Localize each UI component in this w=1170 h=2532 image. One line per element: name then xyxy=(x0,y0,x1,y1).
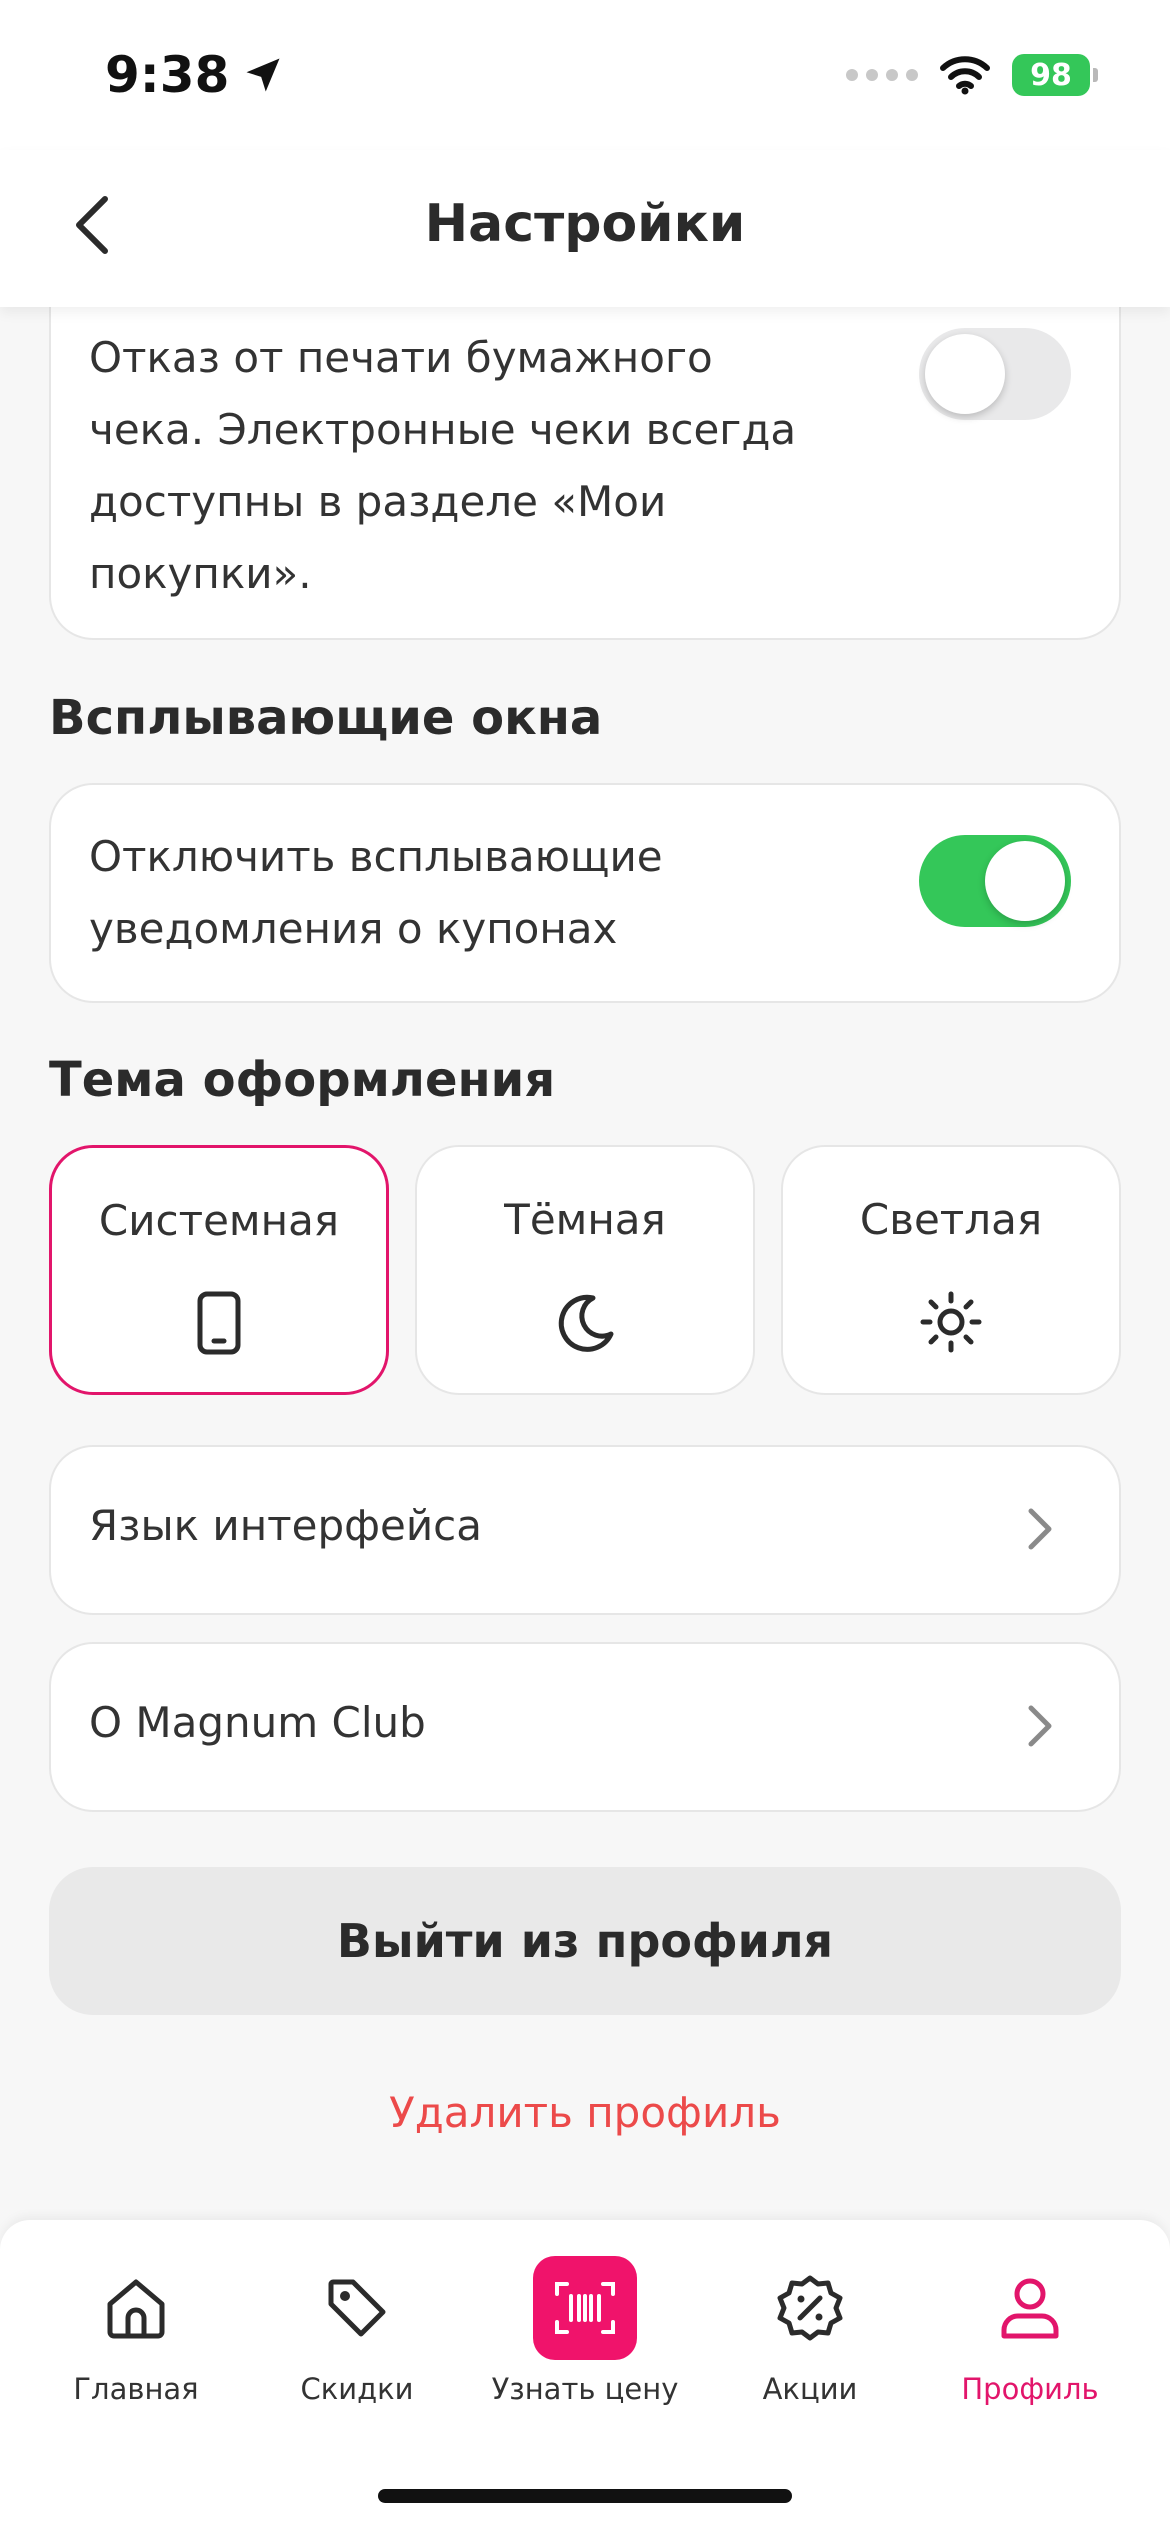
tab-label: Главная xyxy=(73,2372,199,2406)
language-row-label: Язык интерфейса xyxy=(89,1501,482,1550)
battery-level: 98 xyxy=(1030,57,1072,93)
tab-price-check[interactable]: Узнать цену xyxy=(475,2250,695,2430)
theme-section-title: Тема оформления xyxy=(49,1052,556,1108)
status-time-text: 9:38 xyxy=(105,46,230,104)
tab-label: Профиль xyxy=(961,2372,1099,2406)
tab-bar: Главная Скидки Узнать цену Акции Профиль xyxy=(0,2220,1170,2532)
popups-text: Отключить всплывающие уведомления о купо… xyxy=(89,821,663,965)
about-row-label: О Magnum Club xyxy=(89,1698,426,1747)
tab-home[interactable]: Главная xyxy=(26,2250,246,2430)
delete-profile-link[interactable]: Удалить профиль xyxy=(0,2088,1170,2137)
tag-icon xyxy=(317,2268,397,2348)
location-arrow-icon xyxy=(246,58,280,92)
tab-promotions[interactable]: Акции xyxy=(700,2250,920,2430)
paper-receipt-line: чека. Электронные чеки всегда xyxy=(89,405,797,454)
status-bar: 9:38 98 xyxy=(0,0,1170,150)
percent-badge-icon xyxy=(770,2268,850,2348)
popups-line: уведомления о купонах xyxy=(89,904,618,953)
paper-receipt-line: покупки». xyxy=(89,549,312,598)
theme-option-label: Светлая xyxy=(859,1195,1043,1244)
cellular-signal-icon xyxy=(846,69,918,81)
nav-header: Настройки xyxy=(0,150,1170,307)
phone-icon xyxy=(184,1288,254,1358)
coupon-popups-toggle[interactable] xyxy=(919,835,1071,927)
paper-receipt-toggle[interactable] xyxy=(919,328,1071,420)
theme-option-label: Тёмная xyxy=(504,1195,666,1244)
chevron-right-icon xyxy=(1028,1508,1052,1550)
tab-label: Скидки xyxy=(300,2372,414,2406)
language-row[interactable]: Язык интерфейса xyxy=(49,1445,1121,1615)
tab-profile[interactable]: Профиль xyxy=(920,2250,1140,2430)
toggle-knob xyxy=(925,334,1005,414)
logout-button[interactable]: Выйти из профиля xyxy=(49,1867,1121,2015)
about-row[interactable]: О Magnum Club xyxy=(49,1642,1121,1812)
sun-icon xyxy=(916,1287,986,1357)
home-icon xyxy=(96,2268,176,2348)
tab-label: Узнать цену xyxy=(491,2372,679,2406)
theme-option-label: Системная xyxy=(98,1196,340,1245)
status-indicators: 98 xyxy=(846,54,1098,96)
theme-option-light[interactable]: Светлая xyxy=(781,1145,1121,1395)
paper-receipt-text: Отказ от печати бумажного чека. Электрон… xyxy=(89,322,796,610)
wifi-icon xyxy=(940,56,990,95)
paper-receipt-line: доступны в разделе «Мои xyxy=(89,477,667,526)
tab-label: Акции xyxy=(762,2372,858,2406)
moon-icon xyxy=(550,1287,620,1357)
chevron-right-icon xyxy=(1028,1705,1052,1747)
user-icon xyxy=(990,2268,1070,2348)
tab-discounts[interactable]: Скидки xyxy=(247,2250,467,2430)
page-title: Настройки xyxy=(424,194,746,254)
toggle-knob xyxy=(985,841,1065,921)
theme-option-dark[interactable]: Тёмная xyxy=(415,1145,755,1395)
barcode-icon xyxy=(533,2256,637,2360)
status-time: 9:38 xyxy=(105,46,285,104)
popups-section-title: Всплывающие окна xyxy=(49,690,603,746)
theme-option-system[interactable]: Системная xyxy=(49,1145,389,1395)
paper-receipt-line: Отказ от печати бумажного xyxy=(89,333,713,382)
battery-icon: 98 xyxy=(1012,54,1098,96)
popups-card: Отключить всплывающие уведомления о купо… xyxy=(49,783,1121,1003)
home-indicator xyxy=(378,2489,792,2503)
popups-line: Отключить всплывающие xyxy=(89,832,663,881)
